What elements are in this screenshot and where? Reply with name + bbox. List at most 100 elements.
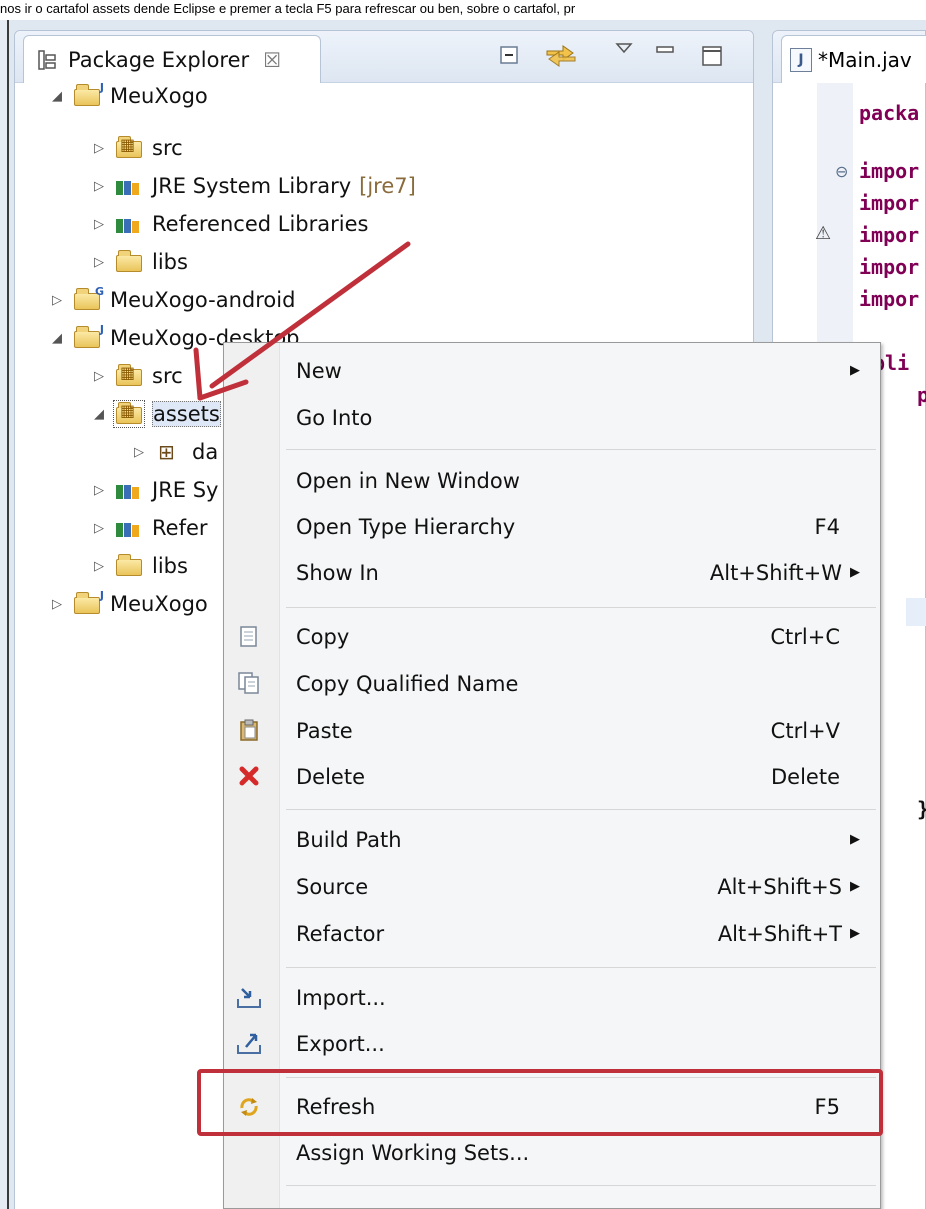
collapsed-twistie-icon[interactable]: ▷ [92,217,106,232]
delete-icon [236,764,262,790]
expanded-twistie-icon[interactable]: ◢ [50,89,64,104]
tab-main-java[interactable]: J *Main.jav [781,35,926,83]
collapsed-twistie-icon[interactable]: ▷ [92,521,106,536]
minimize-icon[interactable] [655,43,675,57]
tree-item-label: MeuXogo [110,592,208,616]
code-line[interactable]: impor [859,159,919,183]
menu-item-copy-qualified-name[interactable]: Copy Qualified Name [224,665,880,705]
package-explorer-icon [38,49,56,70]
caption-text: nos ir o cartafol assets dende Eclipse e… [0,0,926,20]
submenu-arrow-icon: ▶ [850,832,860,847]
code-line[interactable]: packa [859,101,919,125]
java-project-icon: J [72,81,104,109]
java-project-icon: J [72,589,104,617]
library-icon [114,211,144,237]
copy-qualified-name-icon [236,671,262,697]
code-line[interactable]: impor [859,255,919,279]
collapsed-twistie-icon[interactable]: ▷ [92,483,106,498]
tree-item[interactable]: ▷ ▦ src [92,130,183,166]
menu-item-label: Build Path [296,828,402,852]
code-line[interactable]: p [917,383,926,407]
java-project-icon: J [72,323,104,351]
tree-item[interactable]: ▷ G MeuXogo-android [50,282,295,318]
view-menu-icon[interactable] [615,41,633,55]
tree-item[interactable]: ▷ J MeuXogo [50,586,208,622]
code-line[interactable]: impor [859,287,919,311]
collapsed-twistie-icon[interactable]: ▷ [92,369,106,384]
close-icon[interactable]: ☒ [263,48,281,72]
menu-item-shortcut: Alt+Shift+W [709,561,842,585]
tree-item[interactable]: ◢ ▦ assets [92,396,221,432]
menu-item-delete[interactable]: Delete Delete [224,758,880,798]
tree-item[interactable]: ▷ Referenced Libraries [92,206,368,242]
menu-item-assign-working-sets[interactable]: Assign Working Sets... [224,1134,880,1174]
editor-header: J *Main.jav [773,31,926,83]
link-with-editor-icon[interactable] [543,41,579,71]
paste-icon [236,718,262,744]
menu-item-build-path[interactable]: Build Path ▶ [224,821,880,861]
tree-item-suffix: [jre7] [359,174,416,198]
code-line[interactable]: impor [859,191,919,215]
expanded-twistie-icon[interactable]: ◢ [50,331,64,346]
menu-item-label: Delete [296,765,365,789]
tree-item[interactable]: ◢ J MeuXogo [50,78,208,114]
menu-item-show-in[interactable]: Show In Alt+Shift+W ▶ [224,554,880,594]
menu-item-refactor[interactable]: Refactor Alt+Shift+T ▶ [224,915,880,955]
current-line-highlight [906,598,926,626]
menu-item-shortcut: Delete [771,765,840,789]
menu-item-label: Refactor [296,922,385,946]
code-line[interactable]: impor [859,223,919,247]
menu-item-import[interactable]: Import... [224,979,880,1019]
collapsed-twistie-icon[interactable]: ▷ [92,559,106,574]
menu-item-new[interactable]: New ▶ [224,352,880,392]
library-icon [114,515,144,541]
android-project-icon: G [72,285,104,313]
expanded-twistie-icon[interactable]: ◢ [92,407,106,422]
package-icon: ⊞ [158,440,175,464]
collapsed-twistie-icon[interactable]: ▷ [92,179,106,194]
code-line[interactable]: } [917,797,926,821]
menu-item-source[interactable]: Source Alt+Shift+S ▶ [224,868,880,908]
menu-item-label: Source [296,875,369,899]
menu-item-shortcut: F4 [814,515,840,539]
menu-item-open-type-hierarchy[interactable]: Open Type Hierarchy F4 [224,508,880,548]
warning-icon: ⚠ [815,223,832,244]
folder-icon [114,249,144,275]
tree-item-label: libs [152,554,188,578]
menu-item-paste[interactable]: Paste Ctrl+V [224,712,880,752]
editor-tab-label: *Main.jav [818,47,912,72]
collapsed-twistie-icon[interactable]: ▷ [92,141,106,156]
editor-ruler [817,83,853,353]
refresh-highlight-box [197,1069,883,1136]
tree-item-label: Refer [152,516,208,540]
fold-icon[interactable]: ⊖ [835,162,848,181]
tab-package-explorer[interactable]: Package Explorer ☒ [23,35,321,83]
collapsed-twistie-icon[interactable]: ▷ [132,445,146,460]
tree-item[interactable]: ▷ JRE Sy [92,472,219,508]
collapse-all-icon[interactable] [499,45,521,67]
collapsed-twistie-icon[interactable]: ▷ [50,597,64,612]
menu-item-open-in-new-window[interactable]: Open in New Window [224,462,880,502]
tree-item[interactable]: ▷ libs [92,548,188,584]
tree-item[interactable]: ▷ Refer [92,510,208,546]
menu-item-go-into[interactable]: Go Into [224,399,880,439]
tree-item[interactable]: ▷ ▦ src [92,358,183,394]
menu-item-copy[interactable]: Copy Ctrl+C [224,618,880,658]
menu-item-label: Open Type Hierarchy [296,515,516,539]
tree-item[interactable]: ▷ libs [92,244,188,280]
tree-item[interactable]: ▷ ⊞ da [132,434,218,470]
library-icon [114,477,144,503]
tree-item-label: MeuXogo-android [110,288,296,312]
submenu-arrow-icon: ▶ [850,926,860,941]
menu-item-label: Copy [296,625,350,649]
collapsed-twistie-icon[interactable]: ▷ [50,293,64,308]
menu-item-label: Assign Working Sets... [296,1141,530,1165]
menu-item-label: Copy Qualified Name [296,672,519,696]
collapsed-twistie-icon[interactable]: ▷ [92,255,106,270]
menu-item-label: Open in New Window [296,469,520,493]
tree-item[interactable]: ▷ JRE System Library [jre7] [92,168,416,204]
menu-item-export[interactable]: Export... [224,1025,880,1065]
source-folder-icon: ▦ [114,363,144,389]
maximize-icon[interactable] [701,45,723,67]
tree-item-label: src [152,136,183,160]
